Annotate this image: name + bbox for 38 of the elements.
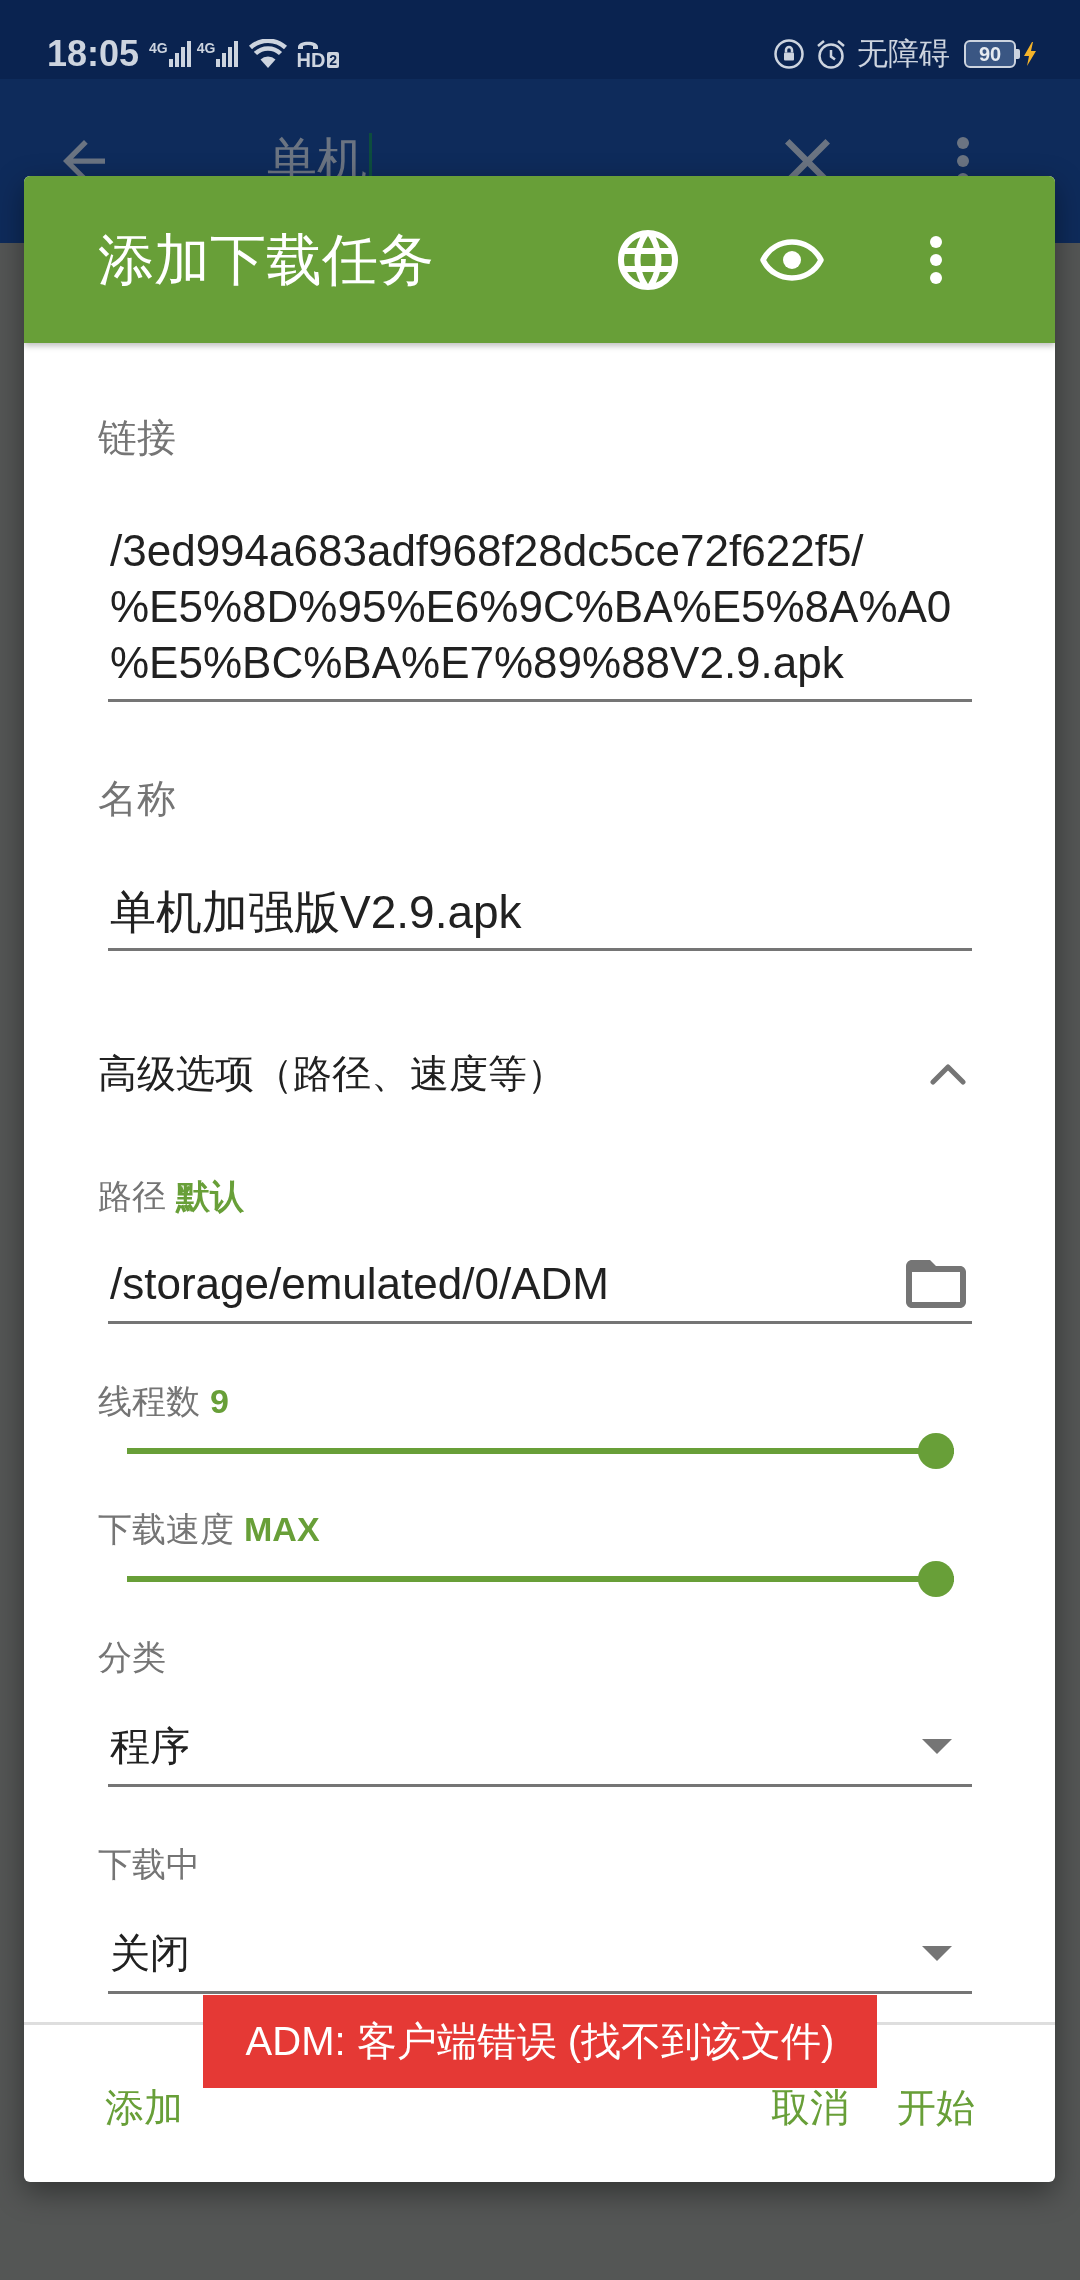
slider-thumb[interactable] xyxy=(918,1561,954,1597)
field-label: 路径 xyxy=(98,1176,166,1217)
chevron-up-icon[interactable] xyxy=(930,1063,966,1085)
toast-message: ADM: 客户端错误 (找不到该文件) xyxy=(203,1995,877,2088)
field-label: 线程数 xyxy=(98,1381,200,1422)
slider-thumb[interactable] xyxy=(918,1433,954,1469)
signal-icon xyxy=(168,40,191,67)
section-header[interactable]: 高级选项（路径、速度等） xyxy=(98,1044,972,1104)
network-type-label: 4G xyxy=(196,40,216,55)
rotation-lock-icon xyxy=(773,37,805,70)
eye-icon[interactable] xyxy=(760,237,824,282)
wifi-icon xyxy=(248,38,289,69)
sim-number-label: 2 xyxy=(327,51,340,68)
alarm-clock-icon xyxy=(815,37,847,70)
text-field[interactable]: 单机加强版V2.9.apk xyxy=(108,884,972,951)
accessibility-label: 无障碍 xyxy=(857,34,950,73)
slider-value: 9 xyxy=(210,1381,229,1422)
hd-voice-label: HD xyxy=(296,49,326,70)
network-type-label: 4G xyxy=(149,40,168,55)
dialog-title: 添加下载任务 xyxy=(98,226,435,293)
text-field[interactable]: /3ed994a683adf968f28dc5ce72f622f5/ %E5%8D%95%E6%9C%BA%E5%8A%A0 %E5%BC%BA%E7%89%88V2.9.apk xyxy=(108,523,972,702)
battery-percent: 90 xyxy=(978,43,1002,64)
path-mode-label: 默认 xyxy=(176,1176,244,1217)
field-label: 名称 xyxy=(98,776,177,822)
field-label: 下载中 xyxy=(98,1844,200,1885)
path-field[interactable]: /storage/emulated/0/ADM xyxy=(108,1256,972,1324)
folder-icon[interactable] xyxy=(906,1260,966,1308)
caret-icon xyxy=(922,1945,952,1961)
field-label: 链接 xyxy=(98,415,177,461)
globe-icon[interactable] xyxy=(618,229,678,290)
caret-icon xyxy=(922,1738,952,1754)
slider-value: MAX xyxy=(244,1509,320,1550)
clock-time: 18:05 xyxy=(47,33,140,74)
field-label: 分类 xyxy=(98,1637,166,1678)
signal-icon xyxy=(216,40,239,67)
field-label: 下载速度 xyxy=(98,1509,234,1550)
more-icon[interactable] xyxy=(930,235,942,284)
dropdown-field[interactable]: 程序 xyxy=(108,1718,972,1787)
